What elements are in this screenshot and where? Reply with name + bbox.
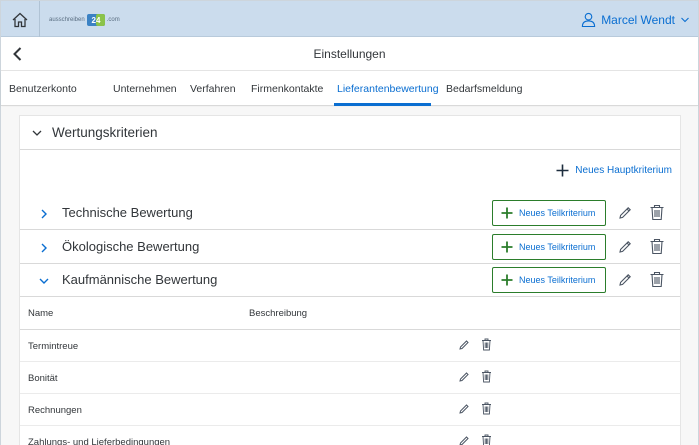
row-name: Zahlungs- und Lieferbedingungen bbox=[28, 437, 171, 445]
user-name: Marcel Wendt bbox=[601, 12, 675, 27]
active-tab-indicator bbox=[334, 103, 431, 106]
plus-icon bbox=[556, 164, 569, 177]
table-row: Termintreue bbox=[20, 330, 680, 362]
criterion-section-oekologisch: Ökologische Bewertung Neues Teilkriteriu… bbox=[20, 231, 680, 264]
column-header-description: Beschreibung bbox=[249, 308, 308, 319]
tab-bedarfsmeldung[interactable]: Bedarfsmeldung bbox=[446, 83, 522, 95]
pencil-icon[interactable] bbox=[458, 339, 470, 351]
panel-title: Wertungskriterien bbox=[52, 125, 158, 140]
page-header: Einstellungen bbox=[1, 38, 698, 71]
table-row: Rechnungen bbox=[20, 394, 680, 426]
column-header-name: Name bbox=[28, 308, 54, 319]
row-name: Bonität bbox=[28, 373, 58, 384]
page-title: Einstellungen bbox=[313, 47, 386, 61]
row-name: Termintreue bbox=[28, 341, 79, 352]
panel-header[interactable]: Wertungskriterien bbox=[20, 116, 680, 150]
tab-firmenkontakte[interactable]: Firmenkontakte bbox=[251, 83, 323, 95]
criterion-section-kaufmaennisch: Kaufmännische Bewertung Neues Teilkriter… bbox=[20, 264, 680, 297]
chevron-down-icon[interactable] bbox=[38, 275, 50, 287]
chevron-right-icon[interactable] bbox=[38, 242, 50, 254]
trash-icon[interactable] bbox=[481, 434, 492, 445]
table-header: Name Beschreibung bbox=[20, 297, 680, 330]
tab-lieferantenbewertung[interactable]: Lieferantenbewertung bbox=[337, 83, 439, 95]
new-sub-criterion-label: Neues Teilkriterium bbox=[519, 208, 596, 218]
logo-mark-icon: 24 bbox=[86, 14, 105, 26]
section-title: Technische Bewertung bbox=[62, 205, 193, 220]
new-sub-criterion-button[interactable]: Neues Teilkriterium bbox=[492, 267, 606, 293]
section-title: Kaufmännische Bewertung bbox=[62, 272, 218, 287]
chevron-down-icon[interactable] bbox=[31, 127, 43, 139]
row-name: Rechnungen bbox=[28, 405, 82, 416]
new-sub-criterion-button[interactable]: Neues Teilkriterium bbox=[492, 234, 606, 260]
shell-divider bbox=[39, 1, 40, 37]
user-menu[interactable]: Marcel Wendt bbox=[581, 12, 690, 27]
trash-icon[interactable] bbox=[481, 370, 492, 383]
tab-unternehmen[interactable]: Unternehmen bbox=[113, 83, 177, 95]
pencil-icon[interactable] bbox=[617, 239, 633, 255]
shell-bar: ausschreiben 24 .com Marcel Wendt bbox=[1, 1, 698, 37]
plus-icon bbox=[501, 241, 513, 253]
table-row: Bonität bbox=[20, 362, 680, 394]
new-sub-criterion-label: Neues Teilkriterium bbox=[519, 242, 596, 252]
tab-verfahren[interactable]: Verfahren bbox=[190, 83, 236, 95]
trash-icon[interactable] bbox=[481, 402, 492, 415]
user-icon bbox=[582, 12, 596, 27]
logo-text-prefix: ausschreiben bbox=[49, 17, 85, 23]
logo-text-suffix: .com bbox=[106, 17, 120, 23]
table-row: Zahlungs- und Lieferbedingungen bbox=[20, 426, 680, 445]
pencil-icon[interactable] bbox=[458, 403, 470, 415]
new-sub-criterion-label: Neues Teilkriterium bbox=[519, 275, 596, 285]
pencil-icon[interactable] bbox=[458, 371, 470, 383]
tab-bar: Benutzerkonto Unternehmen Verfahren Firm… bbox=[1, 71, 698, 106]
plus-icon bbox=[501, 274, 513, 286]
pencil-icon[interactable] bbox=[617, 272, 633, 288]
section-title: Ökologische Bewertung bbox=[62, 239, 200, 254]
pencil-icon[interactable] bbox=[617, 205, 633, 221]
chevron-down-icon bbox=[681, 17, 689, 22]
criterion-section-technisch: Technische Bewertung Neues Teilkriterium bbox=[20, 197, 680, 230]
tab-benutzerkonto[interactable]: Benutzerkonto bbox=[9, 83, 77, 95]
content-area: Wertungskriterien Neues Hauptkriterium T… bbox=[1, 107, 698, 445]
criteria-panel: Wertungskriterien Neues Hauptkriterium T… bbox=[19, 115, 681, 445]
new-main-criterion-button[interactable]: Neues Hauptkriterium bbox=[556, 164, 672, 177]
plus-icon bbox=[501, 207, 513, 219]
home-icon[interactable] bbox=[11, 11, 29, 29]
trash-icon[interactable] bbox=[481, 338, 492, 351]
new-main-criterion-label: Neues Hauptkriterium bbox=[575, 165, 672, 176]
trash-icon[interactable] bbox=[649, 271, 665, 288]
svg-text:24: 24 bbox=[91, 16, 100, 25]
chevron-right-icon[interactable] bbox=[38, 208, 50, 220]
trash-icon[interactable] bbox=[649, 204, 665, 221]
new-sub-criterion-button[interactable]: Neues Teilkriterium bbox=[492, 200, 606, 226]
pencil-icon[interactable] bbox=[458, 435, 470, 445]
brand-logo[interactable]: ausschreiben 24 .com bbox=[49, 14, 120, 26]
trash-icon[interactable] bbox=[649, 238, 665, 255]
